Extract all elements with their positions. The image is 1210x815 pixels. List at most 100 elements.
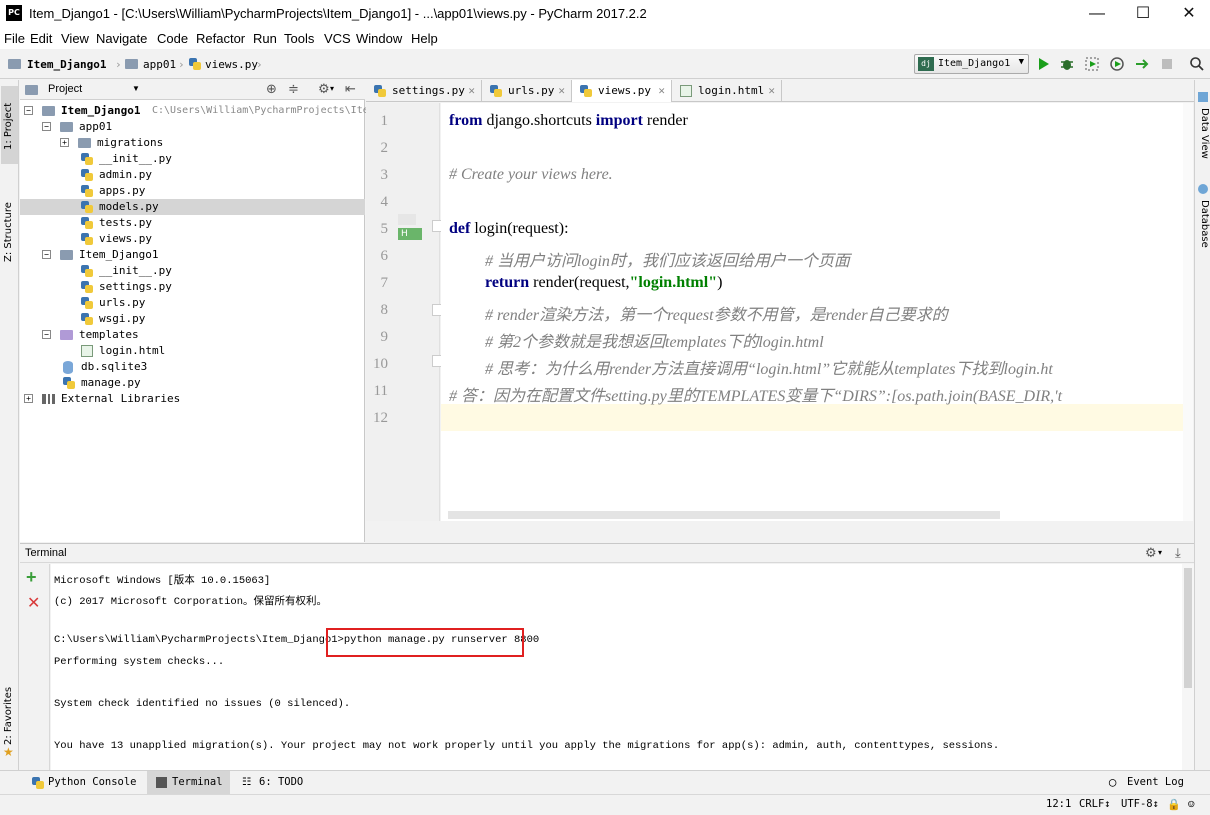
tool-window-dataview-label[interactable]: Data View: [1199, 108, 1210, 159]
navigation-bar: Item_Django1 › app01 › views.py › dj Ite…: [0, 50, 1210, 79]
scrollbar-thumb[interactable]: [1184, 568, 1192, 688]
expand-toggle-icon[interactable]: +: [24, 394, 33, 403]
line-number: 10: [373, 356, 388, 372]
maximize-button[interactable]: ☐: [1120, 0, 1166, 29]
project-view-select[interactable]: Project: [48, 83, 82, 95]
navigate-to-template-icon[interactable]: H: [398, 228, 422, 240]
python-file-icon: [81, 313, 93, 325]
python-file-icon: [63, 377, 75, 389]
code-editor[interactable]: from django.shortcuts import render # Cr…: [441, 103, 1183, 521]
run-icon[interactable]: [1035, 56, 1051, 72]
chevron-right-icon: ›: [178, 58, 185, 71]
menu-bar: File Edit View Navigate Code Refactor Ru…: [0, 29, 1210, 49]
close-tab-icon[interactable]: ✕: [658, 80, 665, 102]
terminal-line: (c) 2017 Microsoft Corporation。保留所有权利。: [54, 596, 328, 608]
menu-code[interactable]: Code: [157, 31, 188, 46]
locate-icon[interactable]: ⊕: [266, 81, 277, 97]
tree-node-label: admin.py: [99, 168, 152, 181]
caret-position[interactable]: 12:1: [1046, 798, 1071, 810]
minimize-button[interactable]: —: [1074, 0, 1120, 29]
terminal-scrollbar[interactable]: [1182, 564, 1194, 770]
gear-icon[interactable]: ⚙: [318, 81, 330, 97]
hide-panel-icon[interactable]: ⤓: [1175, 545, 1181, 561]
close-tab-icon[interactable]: ✕: [468, 80, 475, 102]
chevron-down-icon[interactable]: ▼: [132, 84, 140, 93]
terminal-output[interactable]: Microsoft Windows [版本 10.0.15063] (c) 20…: [51, 564, 1182, 770]
python-file-icon: [81, 217, 93, 229]
search-icon[interactable]: [1189, 56, 1205, 72]
build-icon[interactable]: [1134, 56, 1150, 72]
tool-window-favorites-label[interactable]: 2: Favorites: [3, 687, 14, 745]
terminal-line: Microsoft Windows [版本 10.0.15063]: [54, 575, 271, 587]
close-tab-icon[interactable]: ✕: [558, 80, 565, 102]
folder-icon: [60, 250, 73, 260]
tree-node-label: models.py: [99, 200, 159, 213]
star-icon: ★: [3, 745, 14, 759]
menu-refactor[interactable]: Refactor: [196, 31, 245, 46]
chevron-down-icon[interactable]: ▾: [1158, 548, 1162, 557]
tree-node-label: __init__.py: [99, 264, 172, 277]
tool-window-structure-label[interactable]: Z: Structure: [3, 202, 14, 262]
menu-view[interactable]: View: [61, 31, 89, 46]
breadcrumb-app01[interactable]: app01: [143, 58, 176, 71]
tool-tab-terminal[interactable]: Terminal: [147, 771, 230, 794]
run-config-select[interactable]: dj Item_Django1 ▼: [914, 54, 1029, 74]
menu-run[interactable]: Run: [253, 31, 277, 46]
folder-icon: [60, 122, 73, 132]
breadcrumb-project[interactable]: Item_Django1: [27, 58, 106, 71]
terminal-line: You have 13 unapplied migration(s). Your…: [54, 740, 1000, 752]
menu-navigate[interactable]: Navigate: [96, 31, 147, 46]
tool-tab-todo[interactable]: ☷ 6: TODO: [237, 771, 317, 794]
tool-tab-label: 6: TODO: [259, 776, 304, 788]
tab-urls[interactable]: urls.py ✕: [482, 80, 572, 102]
editor-scrollbar[interactable]: [1183, 103, 1193, 521]
python-file-icon: [374, 85, 386, 97]
status-bar: 12:1 CRLF↕ UTF-8↕ 🔒 ☺: [0, 794, 1210, 815]
left-tool-strip: 1: Project Z: Structure 2: Favorites ★: [0, 80, 19, 770]
tool-window-project-label: 1: Project: [3, 102, 14, 150]
coverage-icon[interactable]: [1084, 56, 1100, 72]
collapse-toggle-icon[interactable]: −: [42, 250, 51, 259]
menu-window[interactable]: Window: [356, 31, 402, 46]
stop-icon[interactable]: [1159, 56, 1175, 72]
gear-icon[interactable]: ⚙: [1145, 545, 1157, 561]
line-separator-select[interactable]: CRLF↕: [1079, 798, 1111, 810]
editor-horizontal-scrollbar[interactable]: [448, 511, 1000, 519]
tree-node-label: db.sqlite3: [81, 360, 148, 373]
dataview-icon: [1198, 92, 1208, 102]
debug-icon[interactable]: [1059, 56, 1075, 72]
tool-window-database-label[interactable]: Database: [1199, 200, 1210, 248]
inspector-icon[interactable]: ☺: [1188, 798, 1195, 811]
menu-tools[interactable]: Tools: [284, 31, 314, 46]
project-panel-header: Project ▼ ⊕ ≑ ⚙ ▾ ⇤: [20, 80, 365, 100]
tool-tab-label: Python Console: [48, 776, 137, 788]
tab-views[interactable]: views.py ✕: [572, 80, 672, 102]
menu-edit[interactable]: Edit: [30, 31, 52, 46]
menu-file[interactable]: File: [4, 31, 25, 46]
close-button[interactable]: ✕: [1166, 0, 1210, 29]
chevron-down-icon: ▼: [1018, 57, 1024, 67]
breadcrumb-views[interactable]: views.py: [205, 58, 258, 71]
line-number: 5: [380, 221, 389, 237]
new-session-icon[interactable]: +: [26, 567, 37, 588]
menu-help[interactable]: Help: [411, 31, 438, 46]
lock-icon[interactable]: 🔒: [1167, 798, 1181, 811]
tree-node-label: app01: [79, 120, 113, 133]
encoding-select[interactable]: UTF-8↕: [1121, 798, 1159, 810]
menu-vcs[interactable]: VCS: [324, 31, 351, 46]
collapse-toggle-icon[interactable]: −: [24, 106, 33, 115]
close-session-icon[interactable]: ✕: [27, 593, 40, 613]
collapse-toggle-icon[interactable]: −: [42, 122, 51, 131]
hide-icon[interactable]: ⇤: [345, 81, 356, 97]
profile-icon[interactable]: [1109, 56, 1125, 72]
collapse-toggle-icon[interactable]: −: [42, 330, 51, 339]
tab-settings[interactable]: settings.py ✕: [366, 80, 482, 102]
code-line-1: from django.shortcuts import render: [449, 112, 688, 129]
tool-tab-python-console[interactable]: Python Console: [28, 771, 140, 794]
collapse-icon[interactable]: ≑: [288, 81, 299, 97]
chevron-down-icon[interactable]: ▾: [330, 84, 334, 93]
tab-login-html[interactable]: login.html ✕: [672, 80, 782, 102]
tool-tab-event-log[interactable]: ◯ Event Log: [1107, 771, 1197, 794]
close-tab-icon[interactable]: ✕: [768, 80, 775, 102]
expand-toggle-icon[interactable]: +: [60, 138, 69, 147]
